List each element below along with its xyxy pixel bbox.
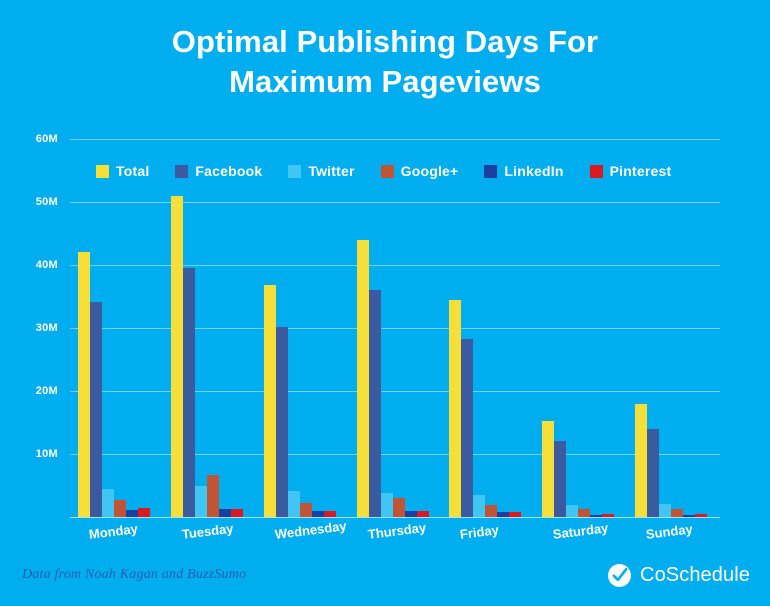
bar-facebook[interactable]	[368, 290, 381, 517]
y-axis-tick-label: 10M	[35, 448, 58, 460]
bar-total[interactable]	[170, 195, 183, 517]
bar-group-tuesday	[170, 139, 243, 517]
x-axis-label-tuesday: Tuesday	[180, 520, 235, 542]
bar-facebook[interactable]	[461, 338, 474, 517]
brand-name: CoSchedule	[640, 564, 750, 586]
bar-group-saturday	[542, 139, 615, 517]
bar-facebook[interactable]	[182, 268, 195, 517]
bar-pinterest[interactable]	[138, 508, 150, 517]
bar-facebook[interactable]	[554, 441, 567, 517]
bar-googleplus[interactable]	[299, 502, 312, 517]
bar-total[interactable]	[78, 252, 90, 517]
y-axis-tick-label: 50M	[35, 196, 58, 208]
bar-pinterest[interactable]	[230, 509, 243, 517]
x-axis-label-wednesday: Wednesday	[273, 518, 348, 542]
chart-x-axis-labels: Monday Tuesday Wednesday Thursday Friday Satu…	[70, 517, 720, 557]
bar-facebook[interactable]	[275, 326, 288, 517]
bar-facebook[interactable]	[90, 301, 102, 517]
bar-twitter[interactable]	[102, 488, 114, 517]
bar-googleplus[interactable]	[206, 475, 219, 517]
bar-group-wednesday	[263, 139, 336, 517]
bar-twitter[interactable]	[473, 494, 486, 517]
y-axis-tick-label: 60M	[35, 133, 58, 145]
bar-googleplus[interactable]	[392, 498, 405, 517]
bar-twitter[interactable]	[566, 505, 579, 517]
bar-googleplus[interactable]	[578, 509, 591, 517]
y-axis-tick-label: 20M	[35, 385, 58, 397]
bar-twitter[interactable]	[380, 493, 393, 517]
source-note: Data from Noah Kagan and BuzzSumo	[22, 567, 247, 582]
bar-group-sunday	[635, 139, 708, 517]
y-axis-tick-label: 30M	[35, 322, 58, 334]
brand-logo: CoSchedule	[607, 563, 750, 588]
chart-plot-area: 60M 50M 40M 30M 20M 10M	[36, 133, 720, 518]
bar-googleplus[interactable]	[114, 500, 126, 517]
bar-total[interactable]	[449, 299, 462, 517]
bar-twitter[interactable]	[287, 491, 300, 517]
bar-total[interactable]	[635, 404, 648, 517]
chart-bar-groups	[70, 139, 720, 517]
bar-group-friday	[449, 139, 522, 517]
bar-linkedin[interactable]	[218, 509, 231, 517]
y-axis-tick-label: 40M	[35, 259, 58, 271]
x-axis-label-thursday: Thursday	[366, 519, 427, 542]
page-title-line-1: Optimal Publishing Days For	[171, 24, 599, 59]
page-title: Optimal Publishing Days For Maximum Page…	[0, 22, 770, 101]
x-axis-label-sunday: Sunday	[645, 521, 694, 542]
bar-total[interactable]	[542, 420, 555, 517]
bar-linkedin[interactable]	[126, 510, 138, 517]
bar-total[interactable]	[263, 285, 276, 517]
x-axis-label-saturday: Saturday	[552, 520, 610, 542]
bar-twitter[interactable]	[659, 503, 672, 517]
check-circle-icon	[607, 563, 632, 588]
bar-googleplus[interactable]	[485, 505, 498, 517]
x-axis-label-friday: Friday	[459, 522, 500, 542]
bar-group-monday	[78, 139, 150, 517]
bar-total[interactable]	[356, 239, 369, 517]
bar-facebook[interactable]	[647, 429, 660, 517]
page-title-line-2: Maximum Pageviews	[229, 63, 541, 99]
x-axis-label-monday: Monday	[88, 521, 139, 542]
bar-group-thursday	[356, 139, 429, 517]
bar-twitter[interactable]	[194, 486, 207, 517]
bar-googleplus[interactable]	[671, 508, 684, 517]
